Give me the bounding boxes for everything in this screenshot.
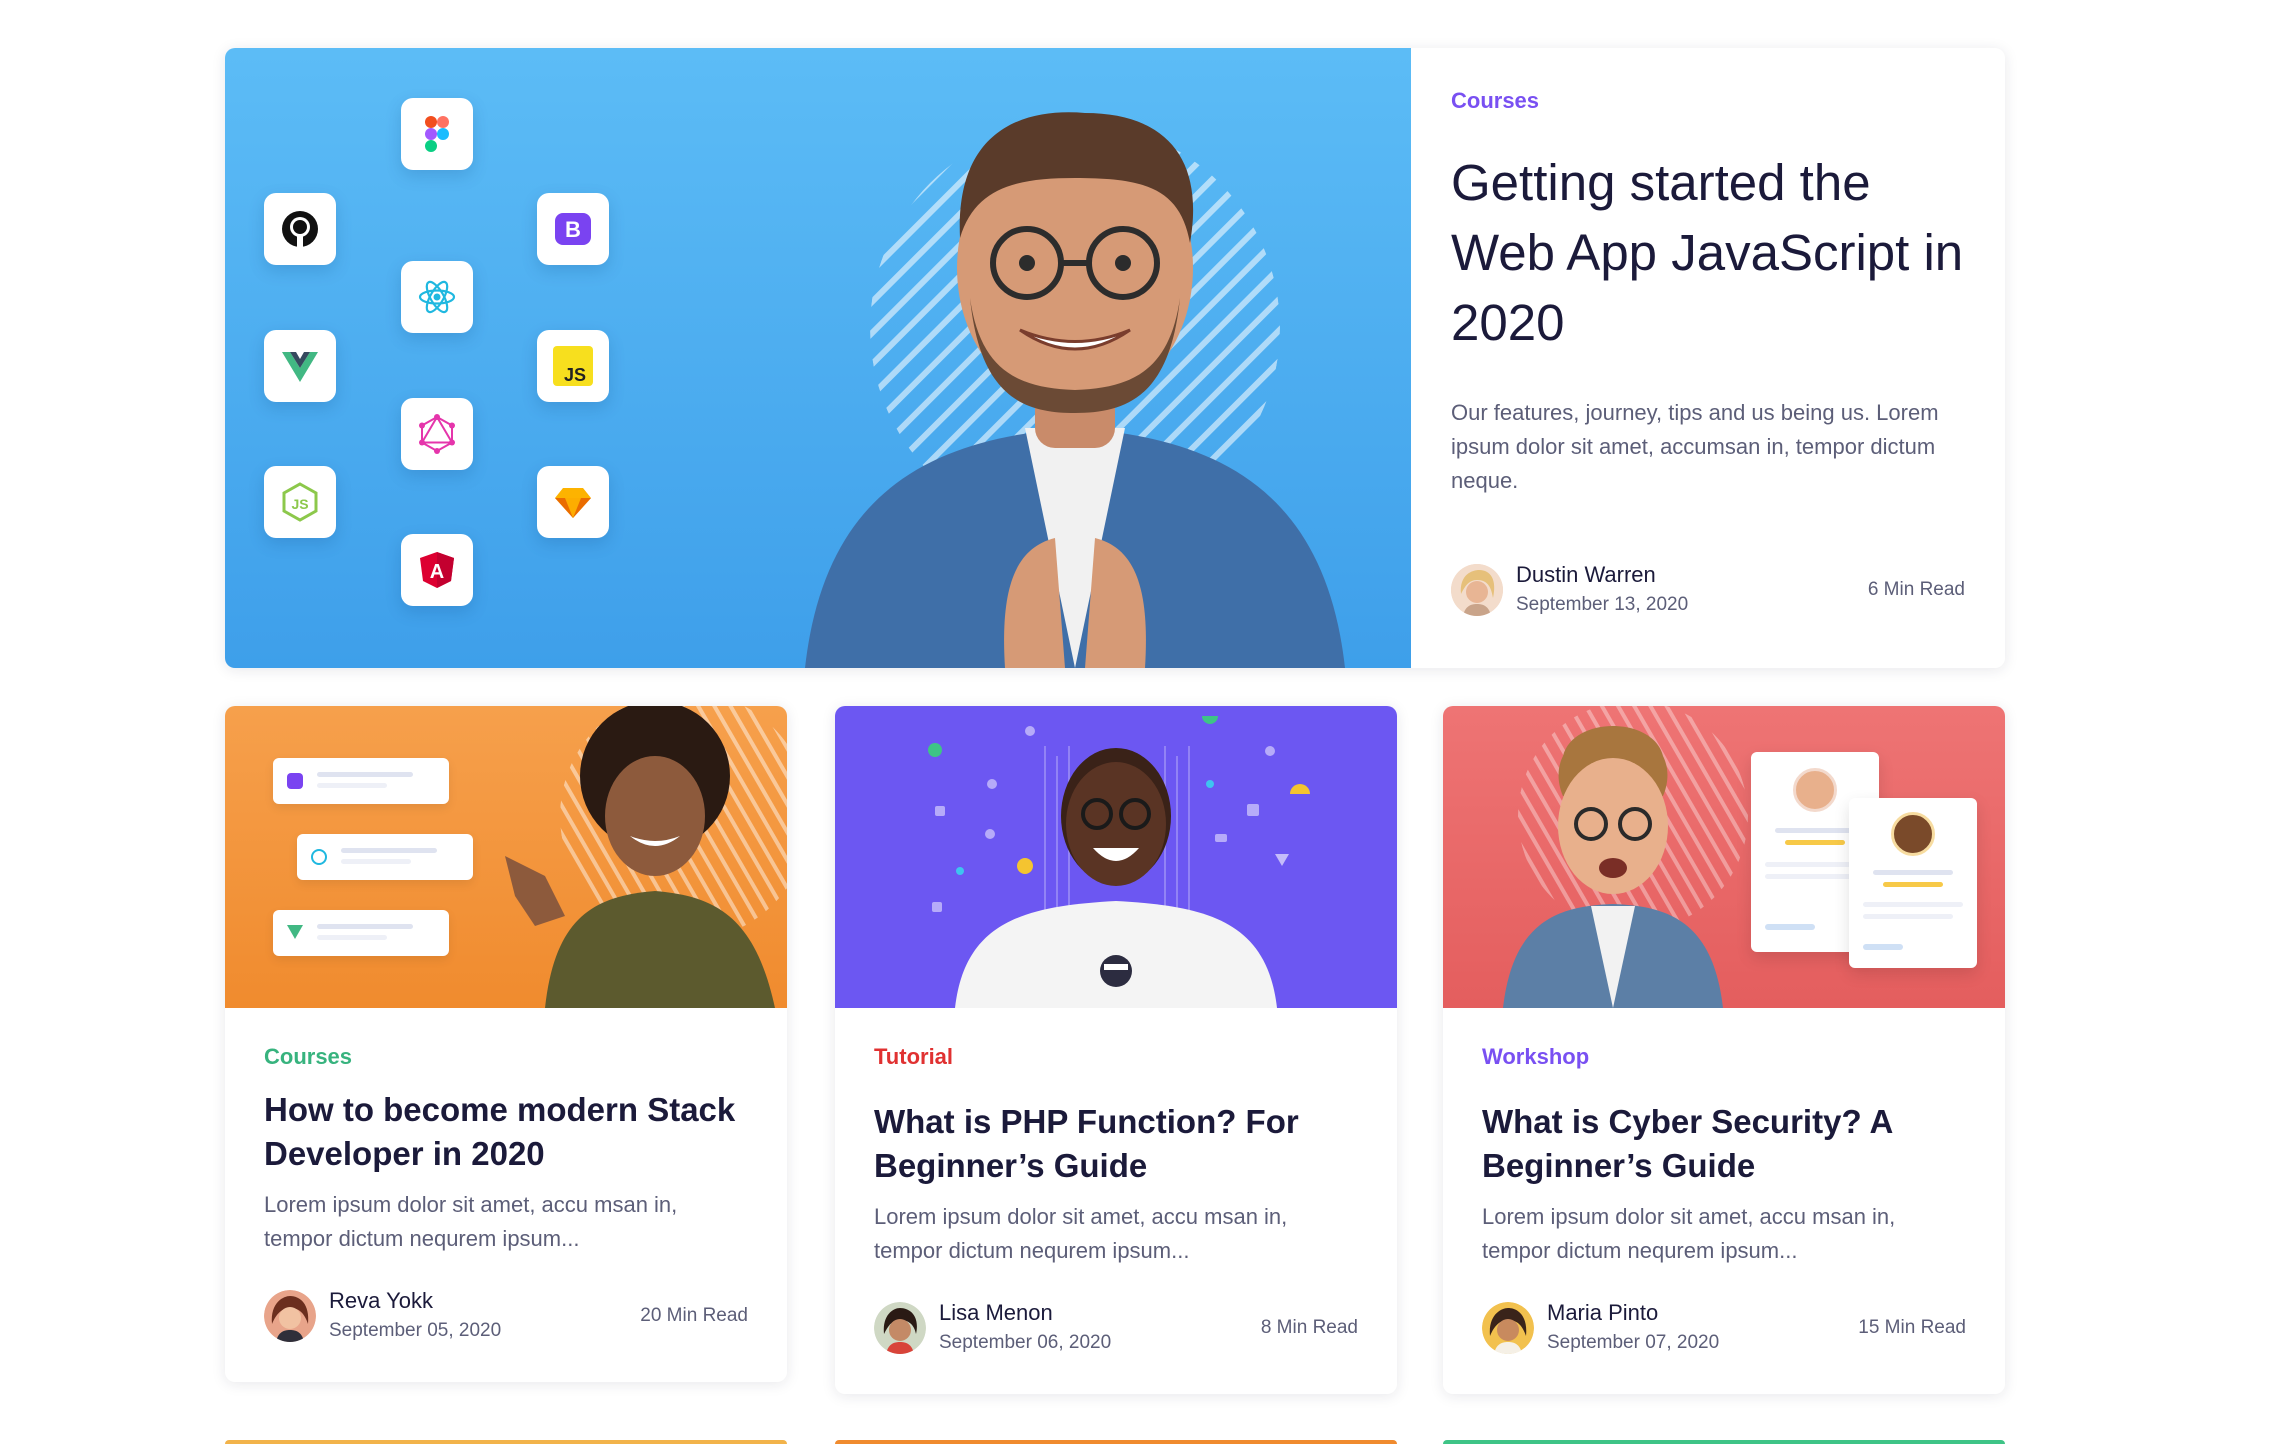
read-time: 20 Min Read [640, 1305, 748, 1326]
person-illustration [805, 112, 1345, 668]
sketch-icon [537, 466, 609, 538]
featured-post-card[interactable]: B JS JS A Courses Getting started the We… [225, 48, 2005, 668]
author-name[interactable]: Reva Yokk [329, 1286, 640, 1316]
person-illustration [1503, 726, 1723, 1008]
decorative-confetti [928, 716, 1310, 1008]
post-title[interactable]: What is PHP Function? For Beginner’s Gui… [874, 1100, 1358, 1188]
post-category-tag[interactable]: Courses [264, 1044, 748, 1070]
angular-icon: A [401, 534, 473, 606]
author-row: Lisa Menon September 06, 2020 8 Min Read [874, 1298, 1358, 1394]
read-time: 6 Min Read [1867, 579, 1965, 600]
featured-hero-image[interactable]: B JS JS A [225, 48, 1411, 668]
read-time: 15 Min Read [1858, 1317, 1966, 1338]
ui-card-mockup [273, 910, 449, 956]
bootstrap-icon: B [537, 193, 609, 265]
javascript-glyph: JS [564, 365, 586, 385]
bootstrap-glyph: B [565, 217, 581, 242]
post-title[interactable]: What is Cyber Security? A Beginner’s Gui… [1482, 1100, 1966, 1188]
avatar[interactable] [874, 1302, 926, 1354]
angular-glyph: A [430, 561, 444, 583]
post-card-image[interactable] [225, 706, 787, 1008]
author-name[interactable]: Dustin Warren [1516, 560, 1868, 590]
post-excerpt: Our features, journey, tips and us being… [1451, 400, 1939, 493]
author-row: Dustin Warren September 13, 2020 6 Min R… [1451, 560, 1965, 620]
nodejs-icon: JS [264, 466, 336, 538]
post-title[interactable]: Getting started the Web App JavaScript i… [1451, 148, 1965, 358]
person-illustration [505, 706, 775, 1008]
post-date: September 06, 2020 [939, 1332, 1112, 1353]
post-card[interactable]: Workshop What is Cyber Security? A Begin… [1443, 706, 2005, 1394]
post-card-image[interactable] [1443, 706, 2005, 1008]
post-excerpt: Lorem ipsum dolor sit amet, accu msan in… [1482, 1204, 1896, 1263]
author-name[interactable]: Maria Pinto [1547, 1298, 1858, 1328]
author-name[interactable]: Lisa Menon [939, 1298, 1261, 1328]
author-info: Reva Yokk September 05, 2020 [329, 1286, 640, 1346]
post-category-tag[interactable]: Courses [1451, 88, 1965, 114]
post-card[interactable]: Courses How to become modern Stack Devel… [225, 706, 787, 1382]
next-card-edge [835, 1440, 1397, 1444]
svg-text:JS: JS [291, 496, 308, 512]
avatar[interactable] [264, 1290, 316, 1342]
figma-icon [401, 98, 473, 170]
next-card-edge [1443, 1440, 2005, 1444]
graphql-icon [401, 398, 473, 470]
author-info: Dustin Warren September 13, 2020 [1516, 560, 1868, 620]
post-excerpt: Lorem ipsum dolor sit amet, accu msan in… [874, 1204, 1288, 1263]
react-icon [401, 261, 473, 333]
author-info: Lisa Menon September 06, 2020 [939, 1298, 1261, 1358]
profile-card-mockup [1849, 798, 1977, 968]
post-category-tag[interactable]: Workshop [1482, 1044, 1966, 1070]
featured-post-body: Courses Getting started the Web App Java… [1411, 48, 2005, 668]
post-card-body: Courses How to become modern Stack Devel… [225, 1008, 787, 1382]
author-row: Maria Pinto September 07, 2020 15 Min Re… [1482, 1298, 1966, 1394]
blog-page: B JS JS A Courses Getting started the We… [0, 0, 2290, 1444]
author-info: Maria Pinto September 07, 2020 [1547, 1298, 1858, 1358]
post-date: September 05, 2020 [329, 1320, 502, 1341]
post-card-body: Workshop What is Cyber Security? A Begin… [1443, 1008, 2005, 1394]
next-card-edge [225, 1440, 787, 1444]
post-category-tag[interactable]: Tutorial [874, 1044, 1358, 1070]
post-date: September 13, 2020 [1516, 594, 1689, 615]
author-row: Reva Yokk September 05, 2020 20 Min Read [264, 1286, 748, 1382]
avatar[interactable] [1451, 564, 1503, 616]
post-card-image[interactable] [835, 706, 1397, 1008]
post-title[interactable]: How to become modern Stack Developer in … [264, 1088, 748, 1176]
ui-card-mockup [273, 758, 449, 804]
ui-card-mockup [297, 834, 473, 880]
javascript-icon: JS [537, 330, 609, 402]
post-excerpt: Lorem ipsum dolor sit amet, accu msan in… [264, 1192, 678, 1251]
post-date: September 07, 2020 [1547, 1332, 1720, 1353]
avatar[interactable] [1482, 1302, 1534, 1354]
github-icon [264, 193, 336, 265]
vue-icon [264, 330, 336, 402]
read-time: 8 Min Read [1260, 1317, 1358, 1338]
post-card[interactable]: Tutorial What is PHP Function? For Begin… [835, 706, 1397, 1394]
post-card-body: Tutorial What is PHP Function? For Begin… [835, 1008, 1397, 1394]
